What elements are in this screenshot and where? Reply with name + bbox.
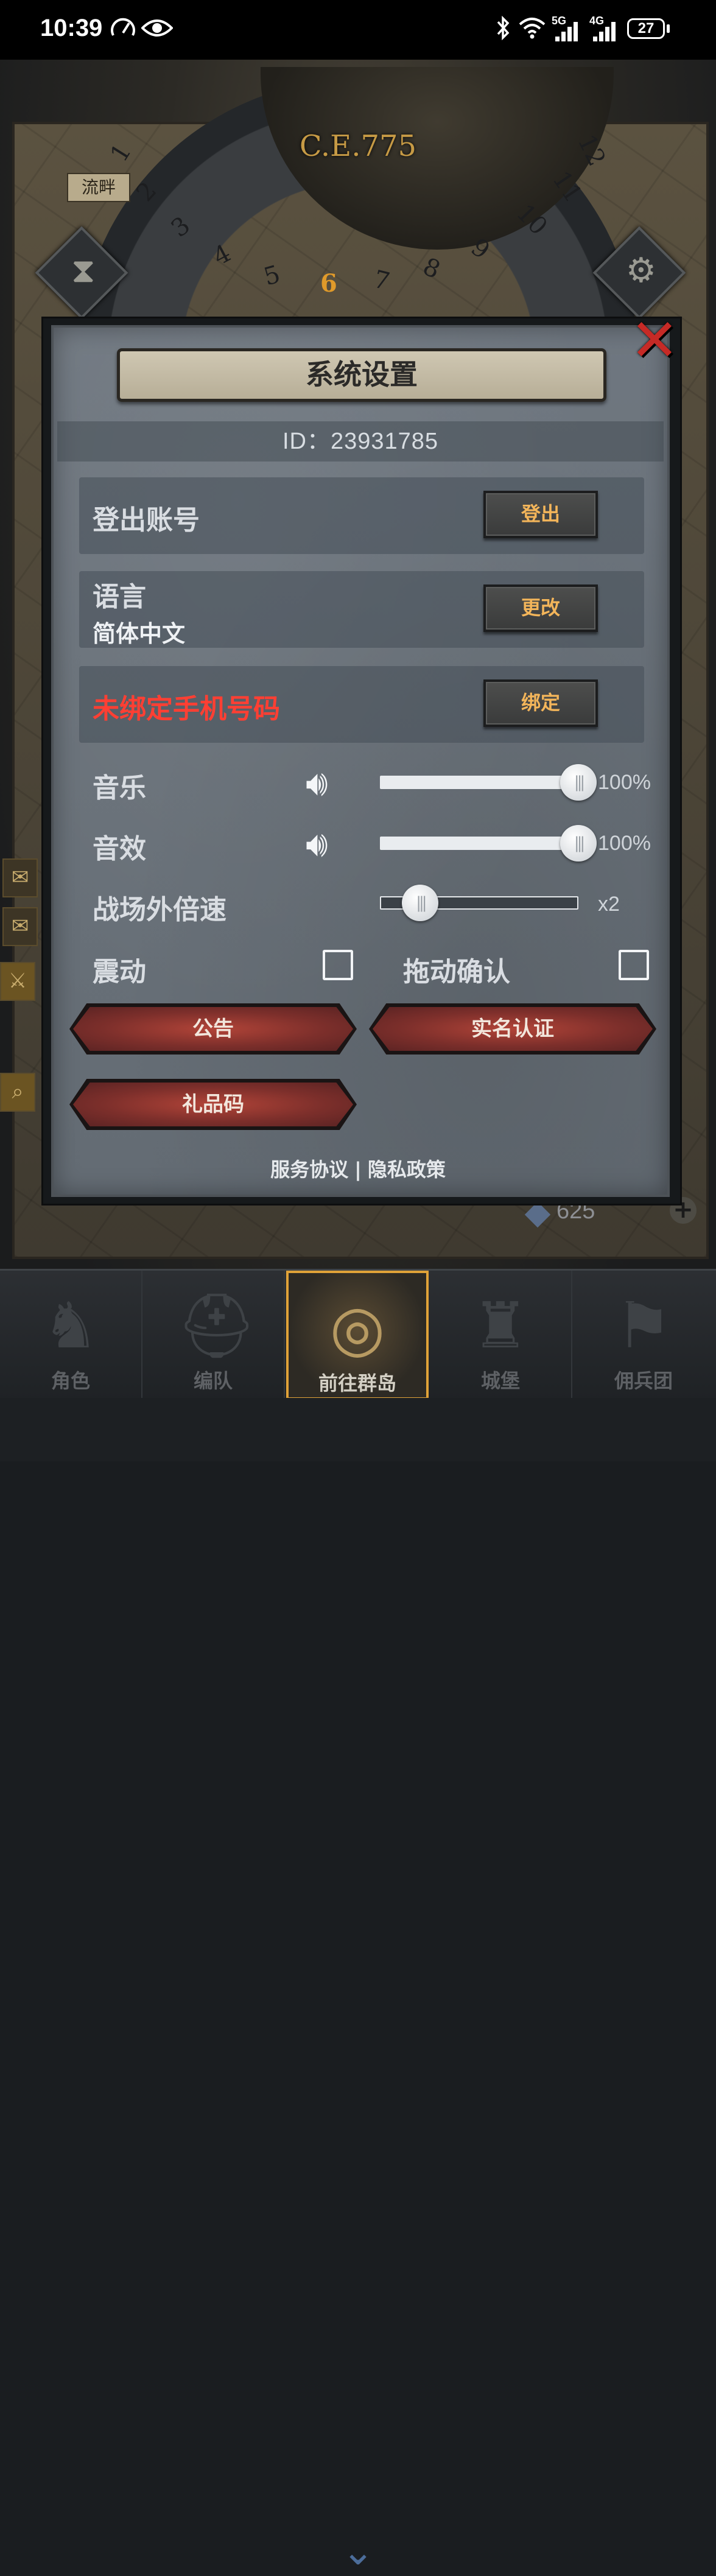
speed-slider[interactable]: |||: [380, 885, 578, 921]
terms-link[interactable]: 服务协议: [270, 1154, 348, 1182]
nav-label: 城堡: [480, 1369, 520, 1392]
gift-code-button[interactable]: 礼品码: [69, 1079, 357, 1130]
search-icon[interactable]: ⌕: [0, 1073, 35, 1112]
nav-item-islands[interactable]: ◎ 前往群岛: [286, 1271, 429, 1400]
vibrate-label: 震动: [93, 956, 146, 988]
speaker-icon[interactable]: 🔊︎: [306, 824, 352, 863]
language-value: 简体中文: [93, 620, 186, 647]
notice-button[interactable]: 公告: [69, 1003, 357, 1055]
clock: 10:39: [40, 15, 103, 41]
sound-percent: 100%: [598, 832, 651, 855]
gift-code-button-label: 礼品码: [73, 1083, 353, 1126]
phone-row: 未绑定手机号码 绑定: [79, 666, 644, 743]
chevron-down-icon: ⌄: [342, 2529, 374, 2574]
nav-item-mercenary[interactable]: ⚑ 佣兵团: [572, 1271, 715, 1400]
logout-label: 登出账号: [93, 505, 200, 536]
speed-slider-knob[interactable]: |||: [402, 885, 439, 921]
status-bar: 10:39 5G 4G 27: [0, 0, 716, 60]
realname-button[interactable]: 实名认证: [369, 1003, 656, 1055]
battery-icon: [667, 24, 670, 33]
nav-label: 佣兵团: [614, 1369, 673, 1392]
signal-5g-icon: [555, 22, 578, 41]
logout-row: 登出账号 登出: [79, 477, 644, 554]
gear-icon: ⚙: [625, 251, 656, 291]
music-slider[interactable]: |||: [380, 764, 597, 801]
sound-label: 音效: [93, 834, 146, 865]
close-icon[interactable]: ✕: [628, 311, 681, 370]
language-row: 语言 简体中文 更改: [79, 571, 644, 648]
bluetooth-icon: [497, 16, 510, 40]
logout-button[interactable]: 登出: [483, 491, 598, 538]
drag-confirm-checkbox[interactable]: [619, 950, 649, 980]
speaker-icon[interactable]: 🔊︎: [306, 763, 352, 802]
music-percent: 100%: [598, 771, 651, 794]
scroll-icon[interactable]: ✉: [2, 858, 38, 897]
eye-icon: [141, 19, 173, 37]
drag-confirm-label: 拖动确认: [403, 956, 510, 988]
nav-item-role[interactable]: ♞ 角色: [0, 1271, 142, 1400]
bottom-nav: ♞ 角色 ⛑ 编队 ◎ 前往群岛 ⌄ ♜ 城堡 ⚑ 佣兵团: [0, 1269, 716, 2571]
realname-button-label: 实名认证: [373, 1007, 653, 1051]
helmet-icon: ⛑: [177, 1288, 258, 1363]
banner-icon: ⚑: [615, 1288, 672, 1363]
language-label: 语言: [93, 581, 146, 612]
privacy-link[interactable]: 隐私政策: [368, 1154, 446, 1182]
castle-icon: ♜: [472, 1288, 529, 1363]
speed-value: x2: [598, 893, 620, 916]
wifi-icon: [519, 18, 546, 39]
notice-button-label: 公告: [73, 1007, 353, 1051]
town-label[interactable]: 流畔: [67, 173, 130, 202]
nav-label: 角色: [51, 1369, 90, 1392]
nav-item-castle[interactable]: ♜ 城堡: [430, 1271, 572, 1400]
music-label: 音乐: [93, 773, 146, 804]
battery-level: 27: [627, 18, 665, 39]
phone-unbound-label: 未绑定手机号码: [93, 693, 280, 725]
bind-phone-button[interactable]: 绑定: [483, 679, 598, 727]
nav-label: 前往群岛: [318, 1372, 396, 1395]
home-bar: [0, 1398, 716, 1461]
letters-icon[interactable]: ✉: [2, 907, 38, 946]
vibrate-checkbox[interactable]: [323, 950, 353, 980]
nav-label: 编队: [193, 1369, 233, 1392]
change-language-button[interactable]: 更改: [483, 584, 598, 632]
music-slider-knob[interactable]: |||: [560, 764, 597, 801]
footer-links: 服务协议 | 隐私政策: [0, 1154, 716, 1182]
sound-slider-knob[interactable]: |||: [560, 825, 597, 862]
nav-item-formation[interactable]: ⛑ 编队: [142, 1271, 285, 1400]
quest-icon[interactable]: ⚔: [0, 962, 35, 1001]
globe-icon: ◎: [329, 1291, 385, 1365]
speed-label: 战场外倍速: [93, 894, 226, 925]
sound-slider[interactable]: |||: [380, 825, 597, 862]
hourglass-icon: ⧗: [71, 251, 96, 291]
knight-icon: ♞: [42, 1288, 99, 1363]
player-id: ID：23931785: [57, 421, 664, 462]
dialog-title: 系统设置: [117, 348, 606, 402]
dial-number-active: 6: [320, 269, 337, 298]
signal-4g-icon: [593, 22, 616, 41]
speedometer-icon: [111, 18, 135, 36]
footer-separator: |: [354, 1158, 362, 1181]
